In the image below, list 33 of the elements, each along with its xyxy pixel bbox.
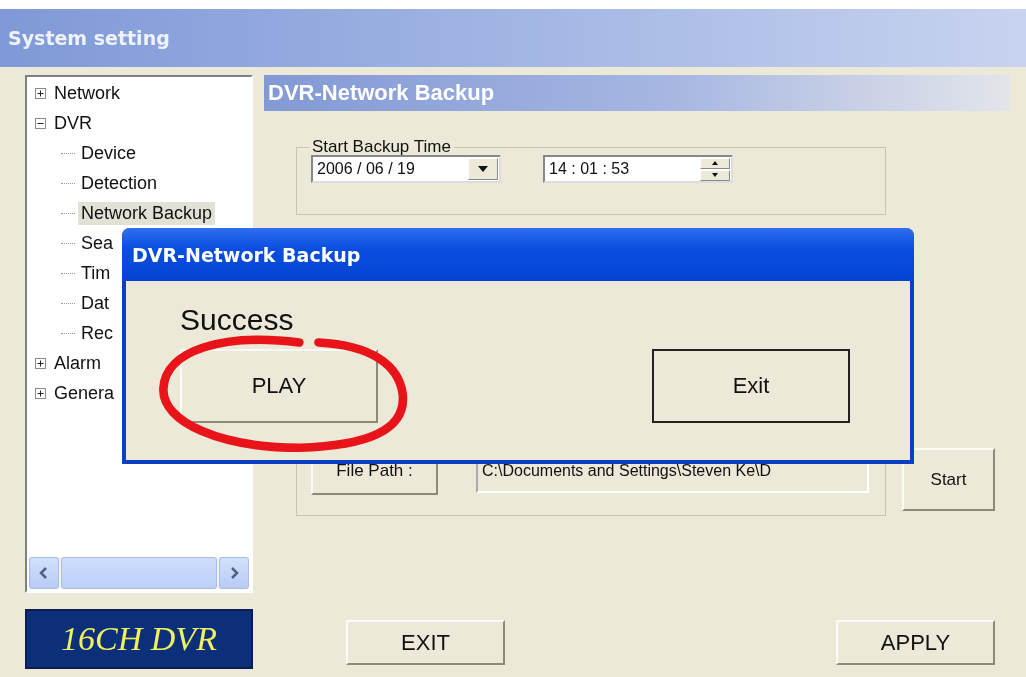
- tree-item[interactable]: Device: [78, 141, 140, 165]
- tree-item[interactable]: DVR: [51, 111, 95, 135]
- time-field[interactable]: 14 : 01 : 53: [543, 155, 733, 183]
- collapse-icon[interactable]: [35, 117, 46, 129]
- tree-item[interactable]: Genera: [51, 381, 118, 405]
- horizontal-scrollbar[interactable]: [29, 557, 249, 589]
- panel-title: DVR-Network Backup: [268, 80, 495, 106]
- tree-item[interactable]: Dat: [78, 291, 112, 315]
- expand-icon[interactable]: [35, 357, 46, 369]
- dialog-message: Success: [180, 303, 294, 337]
- date-dropdown[interactable]: 2006 / 06 / 19: [311, 155, 501, 183]
- tree-item[interactable]: Detection: [78, 171, 161, 195]
- dialog-button[interactable]: Exit: [652, 349, 850, 423]
- logo-text: 16CH DVR: [61, 620, 217, 658]
- spin-buttons[interactable]: [700, 157, 730, 181]
- footer-button[interactable]: APPLY: [836, 620, 995, 665]
- tree-item[interactable]: Network: [51, 81, 123, 105]
- tree-item[interactable]: Rec: [78, 321, 116, 345]
- expand-icon[interactable]: [35, 87, 46, 99]
- tree-item[interactable]: Sea: [78, 231, 117, 255]
- footer-button[interactable]: EXIT: [346, 620, 505, 665]
- start-button[interactable]: Start: [902, 448, 995, 511]
- dialog-button[interactable]: PLAY: [180, 349, 378, 423]
- tree-item[interactable]: Tim: [78, 261, 114, 285]
- expand-icon[interactable]: [35, 387, 46, 399]
- dialog-title: DVR-Network Backup: [132, 243, 361, 266]
- scroll-left-icon[interactable]: [39, 567, 49, 579]
- tree-item[interactable]: Network Backup: [78, 201, 216, 225]
- dropdown-arrow-icon[interactable]: [478, 166, 488, 172]
- window-title: System setting: [8, 27, 170, 49]
- group-label: Start Backup Time: [311, 137, 452, 157]
- scroll-right-icon[interactable]: [229, 567, 239, 579]
- tree-item[interactable]: Alarm: [51, 351, 104, 375]
